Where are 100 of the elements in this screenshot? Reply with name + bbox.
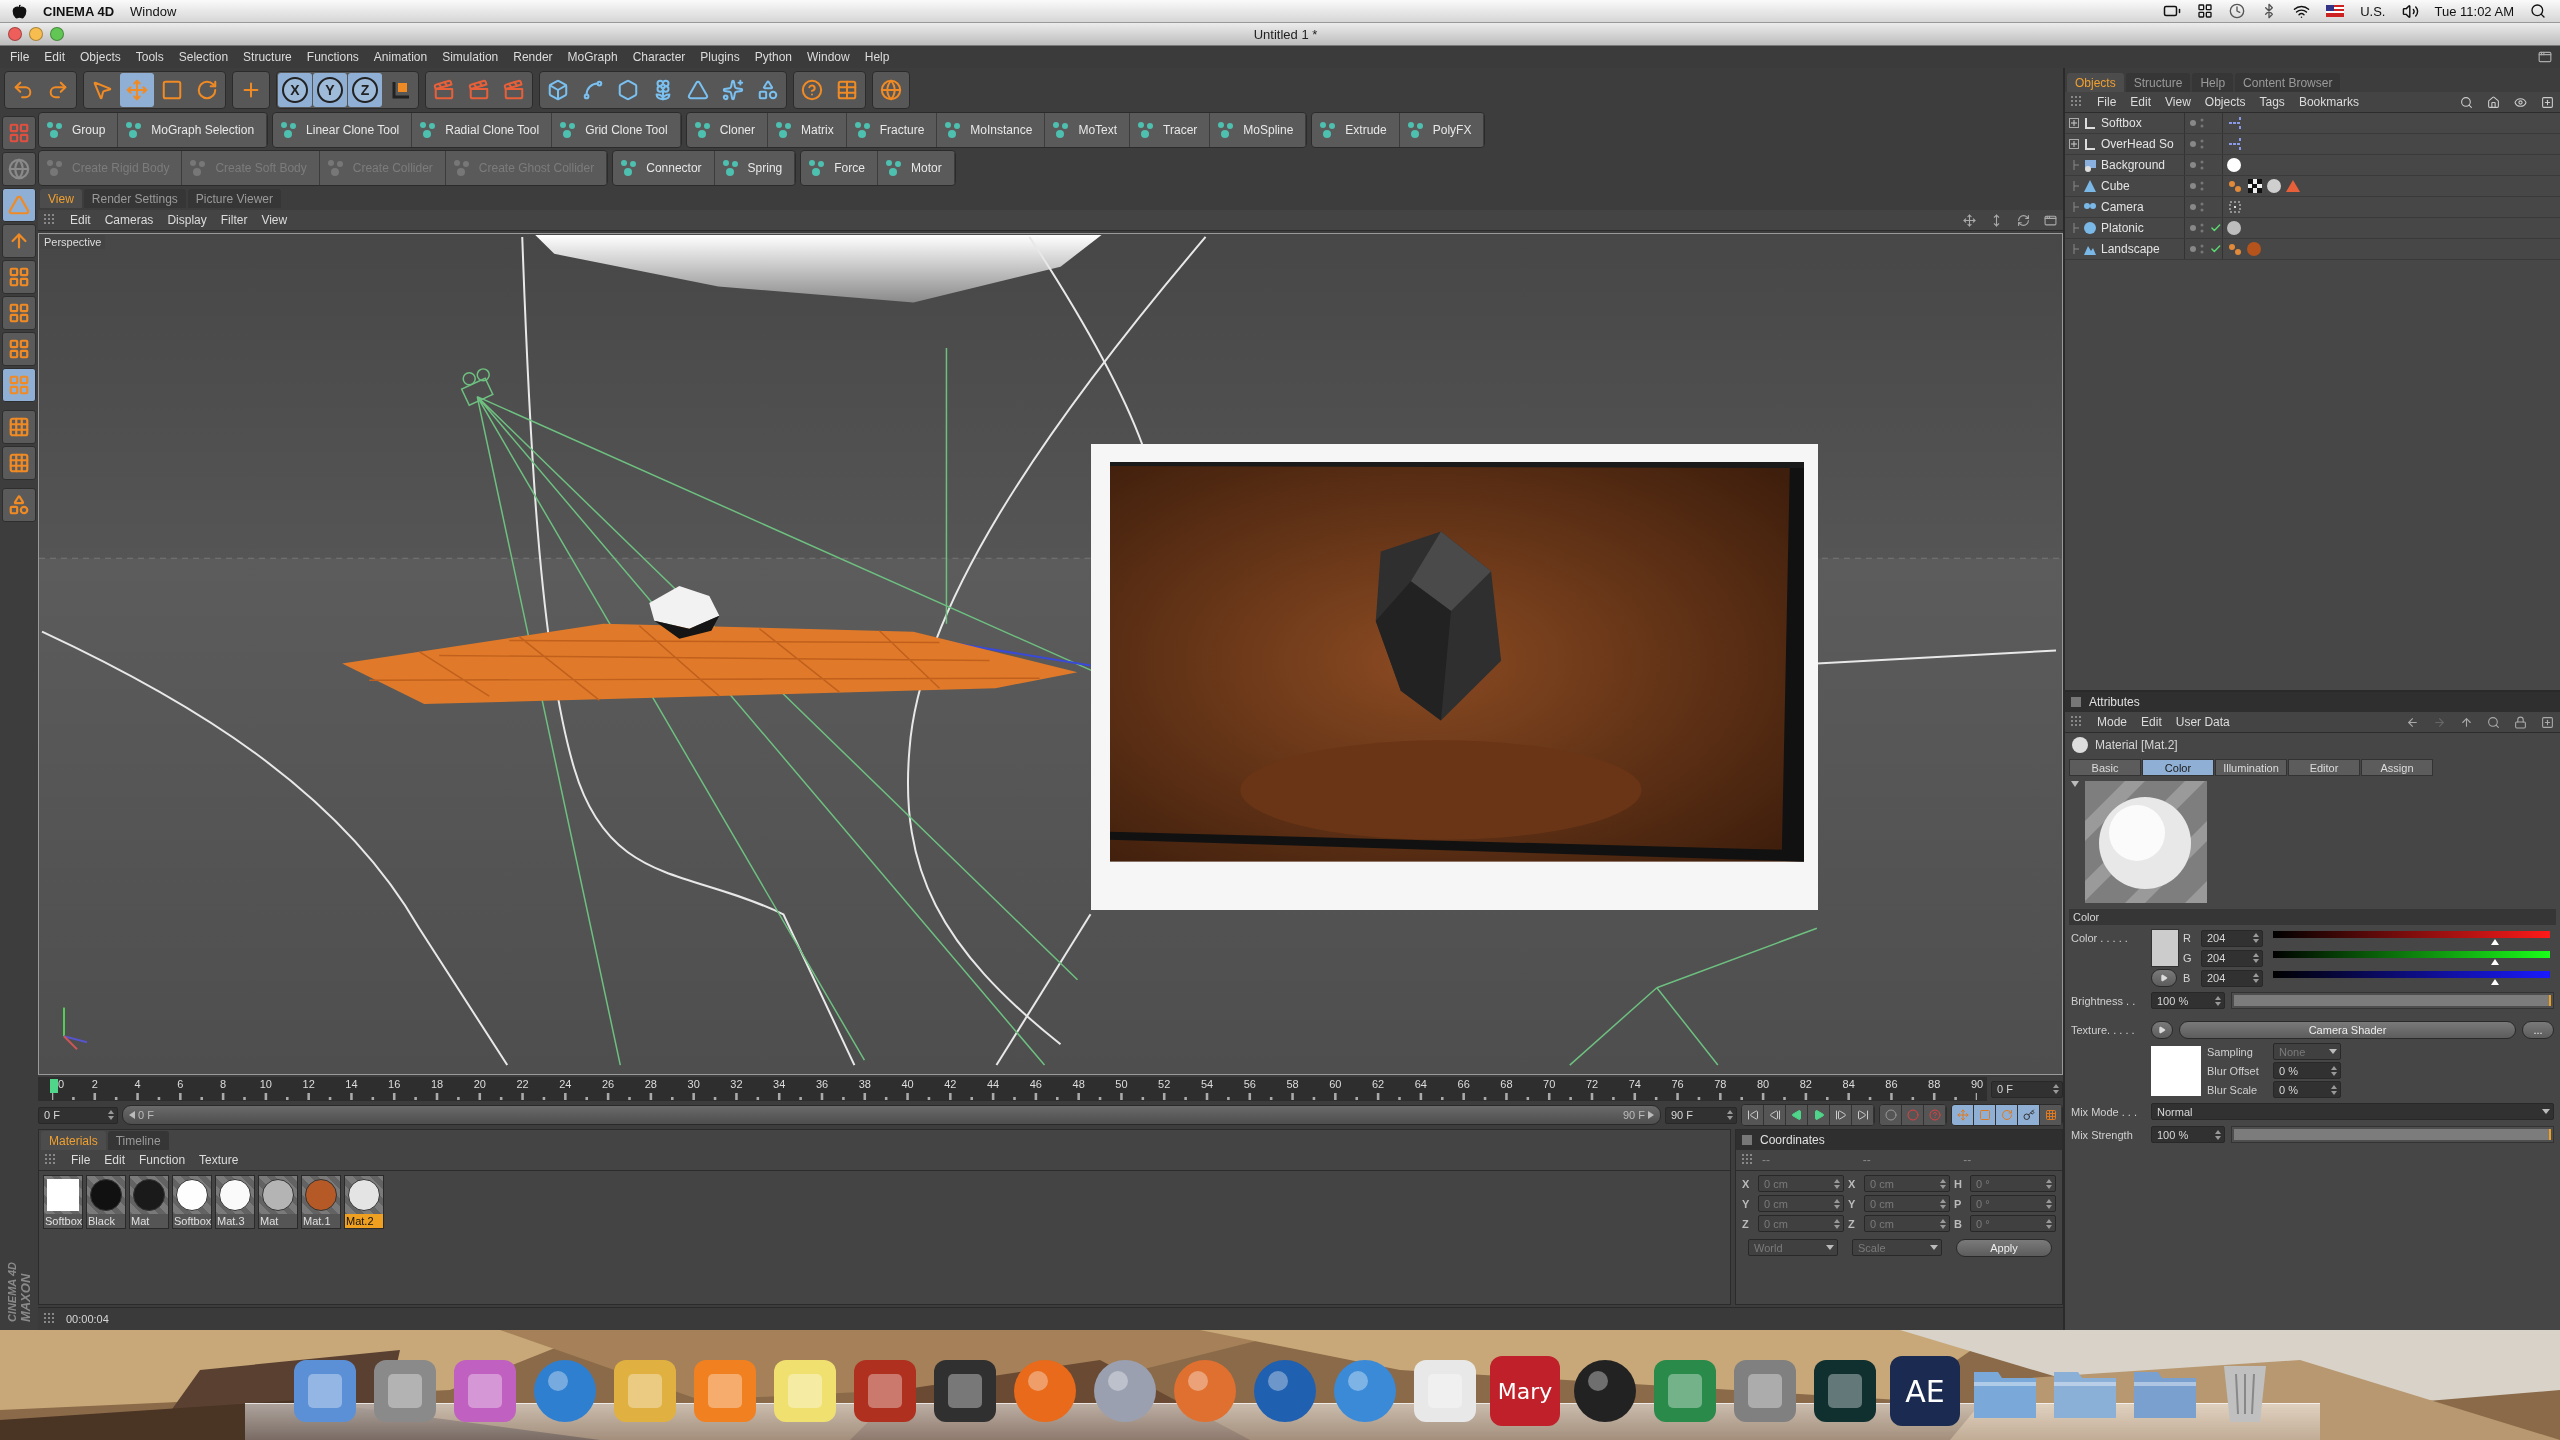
toolbar-button[interactable]: Force <box>801 151 878 185</box>
number-field[interactable]: 0 % <box>2273 1081 2341 1098</box>
menu-item[interactable]: Structure <box>243 50 292 64</box>
toolbar-button[interactable]: Grid Clone Tool <box>552 113 681 147</box>
toolbar-button[interactable]: Motor <box>877 151 955 185</box>
menu-item[interactable]: Functions <box>306 50 359 64</box>
number-field[interactable]: 100 % <box>2151 1126 2225 1143</box>
timeline-ruler[interactable]: 0 2 4 6 8 10 12 14 16 18 20 22 24 26 28 30 32 34 36 38 40 42 44 46 48 50 52 54 56 58 60 62 64 66 68 70 72 74 76 78 80 82 84 86 88 90 <box>38 1077 1987 1101</box>
menu-item[interactable]: MoGraph <box>567 50 618 64</box>
menu-item[interactable]: Edit <box>2130 95 2152 109</box>
menu-item[interactable]: View <box>261 213 288 227</box>
app-tile[interactable]: Mary <box>1490 1356 1560 1426</box>
object-row[interactable]: OverHead So <box>2065 134 2560 155</box>
number-field[interactable]: 100 % <box>2151 992 2225 1009</box>
menu-item[interactable]: Help <box>864 50 890 64</box>
menu-item[interactable]: File <box>10 50 30 64</box>
frame-range-bar[interactable]: 0 F 90 F <box>122 1105 1661 1125</box>
object-row[interactable]: Background <box>2065 155 2560 176</box>
menu-item[interactable]: Edit <box>2141 715 2162 729</box>
input-source-label[interactable]: U.S. <box>2360 3 2386 19</box>
menu-item[interactable]: Plugins <box>700 50 740 64</box>
menu-item[interactable]: Filter <box>220 213 248 227</box>
toolbar-button[interactable]: Group <box>39 113 119 147</box>
menu-item[interactable]: Cameras <box>104 213 154 227</box>
toolbar-button[interactable]: Connector <box>613 151 715 185</box>
menu-item[interactable]: View <box>2165 95 2191 109</box>
toolbar-button[interactable]: PolyFX <box>1399 113 1485 147</box>
toolbar-button[interactable]: Cloner <box>686 113 768 147</box>
menu-item[interactable]: Python <box>754 50 793 64</box>
toolbar-button[interactable]: Radial Clone Tool <box>412 113 553 147</box>
menu-item[interactable]: Window <box>807 50 850 64</box>
panel-tab[interactable]: Structure <box>2125 73 2191 92</box>
number-field[interactable]: 0 % <box>2273 1062 2341 1079</box>
attribute-tab[interactable]: Assign <box>2361 759 2433 776</box>
shader-button[interactable]: Camera Shader <box>2179 1020 2516 1039</box>
menu-item[interactable]: Tools <box>135 50 164 64</box>
attribute-tab[interactable]: Illumination <box>2215 759 2287 776</box>
toolbar-button[interactable]: Linear Clone Tool <box>273 113 413 147</box>
toolbar-button[interactable]: MoGraph Selection <box>118 113 268 147</box>
panel-tab[interactable]: Materials <box>41 1131 106 1150</box>
view-tab[interactable]: Picture Viewer <box>187 189 281 208</box>
menu-item[interactable]: Tags <box>2259 95 2285 109</box>
panel-tab[interactable]: Help <box>2192 73 2234 92</box>
menu-item[interactable]: File <box>2097 95 2117 109</box>
panel-tab[interactable]: Content Browser <box>2235 73 2341 92</box>
menu-item[interactable]: Selection <box>178 50 229 64</box>
start-frame-field[interactable]: 0 F <box>38 1106 118 1124</box>
menu-item[interactable]: Edit <box>70 213 91 227</box>
menu-item[interactable]: Function <box>139 1153 186 1167</box>
apply-button[interactable]: Apply <box>1956 1238 2052 1257</box>
menu-item[interactable]: Edit <box>104 1153 126 1167</box>
menu-item[interactable]: Character <box>632 50 686 64</box>
dropdown[interactable]: Normal <box>2151 1103 2554 1120</box>
toolbar-button[interactable]: MoInstance <box>937 113 1046 147</box>
panel-tab[interactable]: Timeline <box>107 1131 169 1150</box>
number-field[interactable]: 204 <box>2201 929 2263 947</box>
menu-item[interactable]: Animation <box>373 50 428 64</box>
object-row[interactable]: Landscape <box>2065 239 2560 260</box>
object-row[interactable]: Cube <box>2065 176 2560 197</box>
panel-tab[interactable]: Objects <box>2067 73 2124 92</box>
attribute-tab[interactable]: Editor <box>2288 759 2360 776</box>
menu-item[interactable]: Objects <box>2204 95 2246 109</box>
menu-item[interactable]: Display <box>167 213 207 227</box>
menu-item[interactable]: Edit <box>44 50 66 64</box>
menu-item[interactable]: Bookmarks <box>2298 95 2359 109</box>
menu-item[interactable]: Window <box>130 3 177 19</box>
menu-item[interactable]: Simulation <box>442 50 499 64</box>
app-menu[interactable]: CINEMA 4D <box>43 3 115 19</box>
menu-item[interactable]: File <box>71 1153 91 1167</box>
menu-item[interactable]: Objects <box>80 50 121 64</box>
view-tab[interactable]: Render Settings <box>83 189 186 208</box>
menu-item[interactable]: Texture <box>199 1153 239 1167</box>
toolbar-button[interactable]: Extrude <box>1312 113 1400 147</box>
end-frame-field[interactable]: 90 F <box>1665 1106 1737 1124</box>
material-swatch[interactable]: Mat.1 <box>301 1175 341 1229</box>
object-row[interactable]: Camera <box>2065 197 2560 218</box>
toolbar-button[interactable]: Spring <box>714 151 796 185</box>
axis-lock-button[interactable]: Y <box>313 73 347 107</box>
axis-lock-button[interactable]: X <box>278 73 312 107</box>
material-swatch[interactable]: Mat <box>129 1175 169 1229</box>
more-button[interactable]: ... <box>2522 1020 2554 1039</box>
toolbar-button[interactable]: MoText <box>1045 113 1131 147</box>
menu-item[interactable]: User Data <box>2175 715 2230 729</box>
frame-field[interactable]: 0 F <box>1991 1080 2063 1098</box>
object-row[interactable]: Softbox <box>2065 113 2560 134</box>
view-tab[interactable]: View <box>40 189 82 208</box>
toolbar-button[interactable]: Tracer <box>1130 113 1211 147</box>
clock[interactable]: Tue 11:02 AM <box>2434 3 2514 19</box>
object-row[interactable]: Platonic <box>2065 218 2560 239</box>
number-field[interactable]: 204 <box>2201 969 2263 987</box>
toolbar-button[interactable]: Matrix <box>768 113 847 147</box>
toolbar-button[interactable]: Fracture <box>846 113 938 147</box>
material-swatch[interactable]: Softbox <box>43 1175 83 1229</box>
attribute-tab[interactable]: Basic <box>2069 759 2141 776</box>
material-swatch[interactable]: Mat <box>258 1175 298 1229</box>
menu-item[interactable]: Mode <box>2097 715 2128 729</box>
material-swatch[interactable]: Mat.2 <box>344 1175 384 1229</box>
attribute-tab[interactable]: Color <box>2142 759 2214 776</box>
material-swatch[interactable]: Black <box>86 1175 126 1229</box>
app-tile[interactable]: AE <box>1890 1356 1960 1426</box>
